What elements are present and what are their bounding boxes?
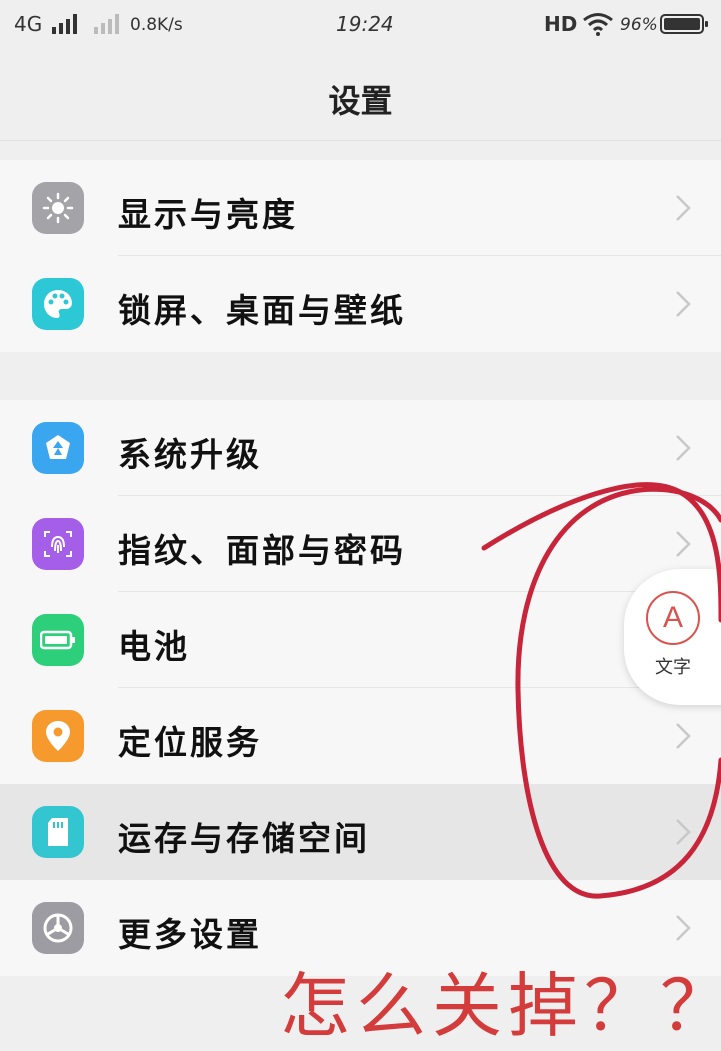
settings-item-label: 系统升级 <box>118 435 262 474</box>
brightness-icon <box>32 182 84 234</box>
hd-badge: HD <box>544 12 578 36</box>
text-a-icon: A <box>646 591 700 645</box>
wifi-icon <box>583 13 613 36</box>
settings-item-location[interactable]: 定位服务 <box>0 688 721 784</box>
clock: 19:24 <box>336 12 394 36</box>
sdcard-icon <box>32 806 84 858</box>
settings-item-upgrade[interactable]: 系统升级 <box>0 400 721 496</box>
settings-item-display[interactable]: 显示与亮度 <box>0 160 721 256</box>
palette-icon <box>32 278 84 330</box>
settings-item-fingerprint[interactable]: 指纹、面部与密码 <box>0 496 721 592</box>
settings-item-battery[interactable]: 电池 <box>0 592 721 688</box>
gear-icon <box>32 902 84 954</box>
settings-item-label: 运存与存储空间 <box>118 819 370 858</box>
floating-text-button[interactable]: A 文字 <box>624 569 721 705</box>
chevron-right-icon <box>676 723 691 749</box>
settings-group-display: 显示与亮度 锁屏、桌面与壁纸 <box>0 160 721 352</box>
page-header: 设置 <box>0 50 721 141</box>
chevron-right-icon <box>676 435 691 461</box>
net-speed: 0.8K/s <box>130 15 183 35</box>
settings-group-system: 系统升级 指纹、面部与密码 电池 定位服务 运存与存储空间 更多设置 <box>0 400 721 976</box>
network-type: 4G <box>14 12 43 36</box>
floating-button-label: 文字 <box>655 657 691 678</box>
settings-item-label: 显示与亮度 <box>118 195 298 234</box>
settings-item-label: 指纹、面部与密码 <box>118 531 406 570</box>
settings-item-label: 更多设置 <box>118 915 262 954</box>
battery-status-icon <box>660 14 708 34</box>
signal-icon <box>52 14 77 34</box>
settings-item-label: 电池 <box>118 627 190 666</box>
chevron-right-icon <box>676 531 691 557</box>
settings-item-storage[interactable]: 运存与存储空间 <box>0 784 721 880</box>
battery-icon <box>32 614 84 666</box>
location-icon <box>32 710 84 762</box>
chevron-right-icon <box>676 819 691 845</box>
chevron-right-icon <box>676 195 691 221</box>
fingerprint-icon <box>32 518 84 570</box>
annotation-question-text: 怎么关掉？？ <box>280 965 721 1047</box>
settings-item-label: 定位服务 <box>118 723 262 762</box>
chevron-right-icon <box>676 915 691 941</box>
upgrade-icon <box>32 422 84 474</box>
page-title: 设置 <box>328 82 393 120</box>
chevron-right-icon <box>676 291 691 317</box>
signal-2-icon <box>94 14 119 34</box>
status-bar: 4G 0.8K/s 19:24 HD 96% <box>0 0 721 50</box>
settings-item-lockscreen[interactable]: 锁屏、桌面与壁纸 <box>0 256 721 352</box>
settings-item-label: 锁屏、桌面与壁纸 <box>118 291 406 330</box>
battery-percent: 96% <box>620 15 658 35</box>
